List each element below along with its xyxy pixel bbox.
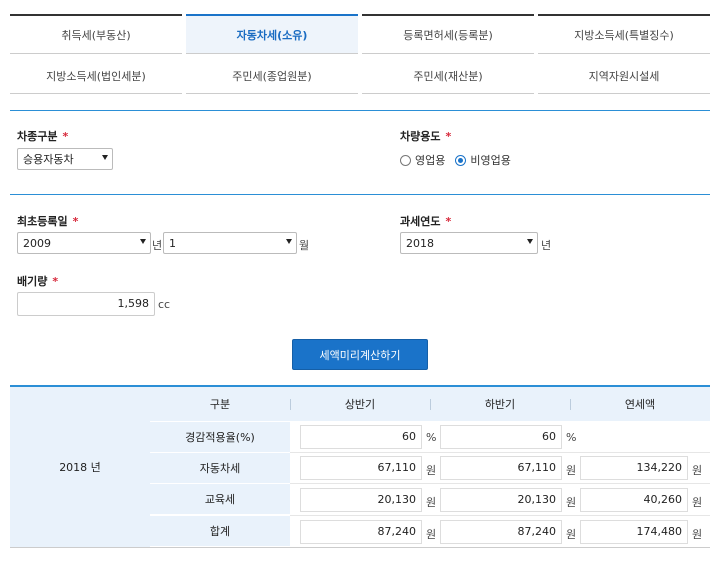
usage-radio-commercial[interactable]	[400, 154, 411, 166]
education-tax-second: 20,130	[440, 488, 562, 512]
usage-radio-noncommercial[interactable]	[455, 154, 467, 166]
section-divider	[10, 194, 710, 195]
unit-label: 원	[692, 528, 703, 541]
unit-label: 원	[566, 464, 577, 477]
tax-year-select[interactable]: 2018	[400, 232, 538, 254]
total-annual: 174,480	[580, 520, 688, 544]
unit-label: 원	[692, 496, 703, 509]
unit-label: 원	[426, 528, 437, 541]
month-unit: 월	[299, 239, 310, 252]
unit-label: 원	[692, 464, 703, 477]
car-type-label: 차종구분 *	[17, 130, 69, 143]
unit-label: 원	[426, 464, 437, 477]
reduction-rate-second: 60	[440, 425, 562, 449]
section-divider	[10, 110, 710, 111]
tab-bar-secondary: 지방소득세(법인세분) 주민세(종업원분) 주민세(재산분) 지역자원시설세	[10, 58, 710, 94]
calculate-tax-button[interactable]: 세액미리계산하기	[292, 339, 428, 370]
car-type-select[interactable]: 승용자동차	[17, 148, 113, 170]
education-tax-first: 20,130	[300, 488, 422, 512]
displacement-label: 배기량 *	[17, 275, 59, 288]
row-label-education-tax: 교육세	[150, 483, 290, 514]
header-category: 구분	[209, 398, 231, 411]
tab-local-income-tax-corporate[interactable]: 지방소득세(법인세분)	[10, 58, 182, 94]
header-annual: 연세액	[624, 398, 656, 411]
chevron-down-icon	[286, 239, 292, 244]
unit-label: 원	[566, 528, 577, 541]
chevron-down-icon	[527, 239, 533, 244]
row-label-reduction-rate: 경감적용율(%)	[150, 421, 290, 452]
displacement-unit: cc	[158, 298, 171, 311]
result-table: 2018 년 구분 상반기 하반기 연세액 경감적용율(%) 60 % 60 %…	[10, 385, 710, 548]
tab-resident-tax-property[interactable]: 주민세(재산분)	[362, 58, 534, 94]
unit-label: 원	[426, 496, 437, 509]
tax-year-label: 과세연도 *	[400, 215, 452, 228]
unit-label: %	[426, 431, 437, 444]
tab-regional-resource-tax[interactable]: 지역자원시설세	[538, 58, 710, 94]
tab-registration-tax[interactable]: 등록면허세(등록분)	[362, 14, 534, 54]
tab-local-income-tax-special[interactable]: 지방소득세(특별징수)	[538, 14, 710, 54]
first-registration-month-select[interactable]: 1	[163, 232, 297, 254]
unit-label: %	[566, 431, 577, 444]
chevron-down-icon	[102, 155, 108, 160]
reduction-rate-first: 60	[300, 425, 422, 449]
tab-resident-tax-employee[interactable]: 주민세(종업원분)	[186, 58, 358, 94]
first-registration-label: 최초등록일 *	[17, 215, 79, 228]
tab-vehicle-tax[interactable]: 자동차세(소유)	[186, 14, 358, 54]
tax-year-unit: 년	[541, 239, 552, 252]
vehicle-tax-annual: 134,220	[580, 456, 688, 480]
total-first: 87,240	[300, 520, 422, 544]
usage-option-noncommercial[interactable]: 비영업용	[470, 152, 510, 168]
result-year: 2018 년	[10, 387, 150, 547]
row-label-total: 합계	[150, 515, 290, 546]
year-unit: 년	[152, 239, 163, 252]
vehicle-tax-first: 67,110	[300, 456, 422, 480]
row-label-vehicle-tax: 자동차세	[150, 452, 290, 483]
usage-label: 차량용도 *	[400, 130, 452, 143]
usage-radio-group: 영업용 비영업용	[400, 152, 521, 168]
usage-option-commercial[interactable]: 영업용	[415, 152, 445, 168]
result-header: 구분 상반기 하반기 연세액	[150, 387, 710, 421]
tab-bar-primary: 취득세(부동산) 자동차세(소유) 등록면허세(등록분) 지방소득세(특별징수)	[10, 14, 710, 54]
unit-label: 원	[566, 496, 577, 509]
displacement-input[interactable]: 1,598	[17, 292, 155, 316]
total-second: 87,240	[440, 520, 562, 544]
education-tax-annual: 40,260	[580, 488, 688, 512]
tab-acquisition-tax[interactable]: 취득세(부동산)	[10, 14, 182, 54]
chevron-down-icon	[140, 239, 146, 244]
vehicle-tax-second: 67,110	[440, 456, 562, 480]
first-registration-year-select[interactable]: 2009	[17, 232, 151, 254]
header-first-half: 상반기	[344, 398, 376, 411]
header-second-half: 하반기	[484, 398, 516, 411]
